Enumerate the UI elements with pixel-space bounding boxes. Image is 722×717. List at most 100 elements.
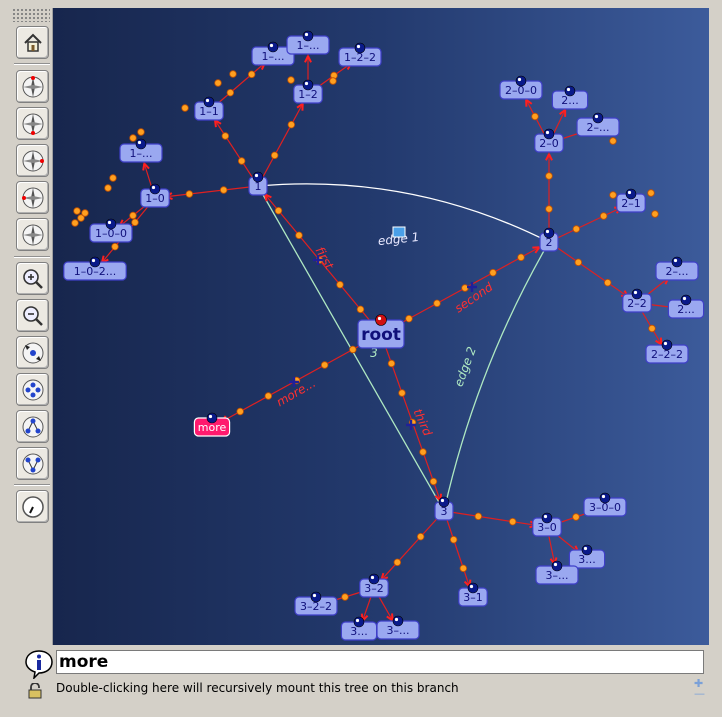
node-ball-shine [545, 130, 550, 135]
edge-dot [219, 186, 228, 194]
edge-dot [648, 324, 656, 333]
tree-edge [443, 510, 548, 528]
node-ball [467, 582, 479, 594]
compass-icon [22, 75, 43, 97]
graph-node-n1-2-2[interactable]: 1–2–2 [338, 42, 382, 67]
node-ball-shine [673, 258, 678, 263]
graph-node-n2-2-2[interactable]: 2–2–2 [645, 339, 689, 364]
edge-dot [181, 104, 189, 112]
compass-button-3[interactable] [16, 144, 49, 177]
info-icon [25, 650, 53, 679]
edge-dot [185, 190, 194, 198]
edge-dot [508, 517, 517, 526]
node-ball [631, 288, 643, 300]
edge-dot [609, 137, 617, 145]
edge-dot [387, 359, 396, 368]
node-ball-shine [553, 562, 558, 567]
compass-button-1[interactable] [16, 70, 49, 103]
tree-up-button[interactable] [16, 447, 49, 480]
graph-node-n1-0b[interactable]: 1–... [119, 138, 163, 163]
node-ball [206, 412, 218, 424]
node-ball-shine [269, 43, 274, 48]
edge-dot [111, 242, 119, 251]
node-ball-shine [91, 258, 96, 263]
graph-node-n3-0[interactable]: 3–0 [532, 512, 562, 537]
tree-edge [257, 93, 309, 187]
node-ball-shine [208, 414, 213, 419]
graph-node-n2-2[interactable]: 2–2 [622, 288, 652, 313]
edge-second-label: second [452, 280, 496, 316]
node-ball [353, 616, 365, 628]
edge-dot [264, 392, 273, 400]
graph-node-n1-2[interactable]: 1–2 [293, 79, 323, 104]
graph-node-n2-0-0[interactable]: 2–0–0 [499, 75, 543, 100]
graph-node-n3-2b[interactable]: 3–... [376, 615, 420, 640]
tree-down-button[interactable] [16, 410, 49, 443]
edge-dot [572, 225, 581, 233]
edge-dot [341, 593, 349, 601]
hypertree-graph[interactable]: edge 1edge 2firstsecondthirdmore...3root… [53, 8, 709, 645]
node-ball-shine [304, 81, 309, 86]
zoom-in-button[interactable] [16, 262, 49, 295]
scroll-indicator[interactable]: ✚ — [694, 678, 705, 699]
edge-dot [545, 172, 553, 180]
node-ball-shine [312, 593, 317, 598]
graph-node-n1-2a[interactable]: 1–... [286, 30, 330, 55]
graph-node-n2-0[interactable]: 2–0 [534, 128, 564, 153]
zoom-out-button[interactable] [16, 299, 49, 332]
graph-node-n2-0a[interactable]: 2... [551, 85, 589, 110]
graph-node-n1-0-0[interactable]: 1–0–0 [89, 218, 133, 243]
node-ball-shine [370, 575, 375, 580]
graph-node-n2-2a[interactable]: 2–... [655, 256, 699, 281]
node-ball-shine [254, 173, 259, 178]
edge-dot [574, 258, 583, 267]
compass-button-5[interactable] [16, 218, 49, 251]
edge-dot [599, 212, 608, 220]
expand-button[interactable] [16, 336, 49, 369]
graph-node-n2[interactable]: 2 [539, 227, 559, 252]
edge-dot [609, 191, 617, 199]
node-ball [135, 138, 147, 150]
node-ball [302, 30, 314, 42]
compass-button-4[interactable] [16, 181, 49, 214]
toolbar-grip[interactable] [12, 8, 50, 22]
home-button[interactable] [16, 26, 49, 59]
edge-dot [651, 210, 659, 218]
edge-dot [356, 305, 365, 314]
graph-node-n3-1[interactable]: 3–1 [458, 582, 488, 607]
node-ball-shine [137, 140, 142, 145]
edge-dot [603, 278, 612, 287]
graph-node-label: root [361, 325, 401, 345]
graph-node-n3-0-0[interactable]: 3–0–0 [583, 492, 627, 517]
node-ball-shine [594, 114, 599, 119]
status-description: Double-clicking here will recursively mo… [56, 681, 459, 695]
clock-button[interactable] [16, 490, 49, 523]
graph-node-root[interactable]: root [357, 314, 405, 349]
compass-icon [22, 113, 43, 135]
node-ball [671, 256, 683, 268]
graph-node-n1-1[interactable]: 1–1 [194, 96, 224, 121]
edge-dot [398, 389, 406, 397]
edge-arrow [214, 119, 222, 128]
edge-dot [295, 231, 303, 240]
edge-dot [73, 207, 81, 215]
graph-node-n2-1[interactable]: 2–1 [616, 188, 646, 213]
graph-node-n2-0b[interactable]: 2–... [576, 112, 620, 137]
graph-canvas[interactable]: edge 1 edge 2 first second third more... 3 root… [53, 8, 709, 645]
edge-dot [405, 314, 413, 323]
graph-node-n1-0-2[interactable]: 1–0–2... [63, 256, 127, 281]
edge-dot [81, 209, 89, 217]
edge-dot [270, 151, 279, 160]
graph-node-n3-2a[interactable]: 3... [340, 616, 378, 641]
graph-node-n3-2-2[interactable]: 3–2–2 [294, 591, 338, 616]
edge-dot [416, 532, 425, 541]
edge-dot [647, 189, 655, 197]
edge-dot [393, 558, 402, 567]
graph-node-n1-0[interactable]: 1–0 [140, 183, 170, 208]
compass-button-2[interactable] [16, 107, 49, 140]
graph-node-n2-2b[interactable]: 2... [667, 294, 705, 319]
edge-dot [287, 120, 296, 129]
node-ball [89, 256, 101, 268]
toolbar [10, 8, 53, 645]
collapse-button[interactable] [16, 373, 49, 406]
